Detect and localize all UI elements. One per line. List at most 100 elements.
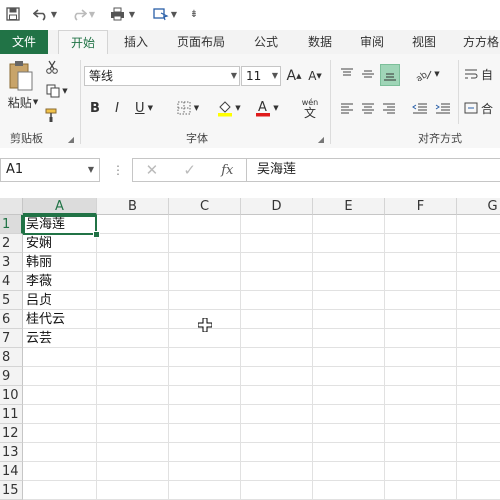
tab-more[interactable]: 方方格 xyxy=(456,30,500,54)
gridline-horizontal xyxy=(23,385,500,386)
row-header-1[interactable]: 1 xyxy=(0,215,23,234)
dialog-launcher-icon[interactable]: ◢ xyxy=(316,134,326,144)
format-painter-icon[interactable] xyxy=(42,106,62,124)
chevron-down-icon: ▼ xyxy=(273,104,279,112)
increase-font-size-button[interactable]: A ▲ xyxy=(285,66,303,86)
merge-center-button[interactable]: 合 xyxy=(464,98,500,118)
insert-function-button[interactable]: fx xyxy=(221,163,233,178)
cell-a4[interactable]: 李薇 xyxy=(24,272,96,291)
gridline-vertical xyxy=(384,215,385,500)
row-header-14[interactable]: 14 xyxy=(0,462,23,481)
chevron-down-icon: ▼ xyxy=(50,9,58,19)
row-header-10[interactable]: 10 xyxy=(0,386,23,405)
worksheet-grid[interactable]: ABCDEFG 12345678910111213141516 吴海莲安娴韩丽李… xyxy=(0,198,500,500)
underline-button[interactable]: U ▼ xyxy=(130,98,158,118)
row-header-11[interactable]: 11 xyxy=(0,405,23,424)
select-all-button[interactable] xyxy=(0,198,23,215)
row-header-4[interactable]: 4 xyxy=(0,272,23,291)
touch-mode-button[interactable]: ▼ xyxy=(150,4,180,24)
chevron-down-icon: ▼ xyxy=(271,71,278,80)
align-bottom-button[interactable] xyxy=(380,64,400,86)
decrease-font-size-button[interactable]: A ▼ xyxy=(306,66,324,86)
align-center-button[interactable] xyxy=(359,98,377,118)
tab-home[interactable]: 开始 xyxy=(58,30,108,55)
gridline-horizontal xyxy=(23,423,500,424)
align-left-button[interactable] xyxy=(338,98,356,118)
font-size-value: 11 xyxy=(246,69,262,83)
row-header-9[interactable]: 9 xyxy=(0,367,23,386)
borders-button[interactable]: ▼ xyxy=(172,98,204,118)
undo-button[interactable]: ▼ xyxy=(30,4,60,24)
row-header-15[interactable]: 15 xyxy=(0,481,23,500)
column-header-f[interactable]: F xyxy=(385,198,457,215)
row-header-6[interactable]: 6 xyxy=(0,310,23,329)
row-header-3[interactable]: 3 xyxy=(0,253,23,272)
gridline-horizontal xyxy=(23,366,500,367)
column-header-a[interactable]: A xyxy=(23,198,97,215)
phonetic-guide-button[interactable]: wén 文 xyxy=(294,94,326,122)
font-name-combo[interactable]: 等线 ▼ xyxy=(84,66,240,86)
row-header-5[interactable]: 5 xyxy=(0,291,23,310)
row-header-7[interactable]: 7 xyxy=(0,329,23,348)
tab-formulas[interactable]: 公式 xyxy=(244,30,288,54)
chevron-down-icon: ▼ xyxy=(230,71,237,80)
tab-review[interactable]: 审阅 xyxy=(350,30,394,54)
enter-icon[interactable]: ✓ xyxy=(183,161,196,179)
font-size-combo[interactable]: 11 ▼ xyxy=(241,66,281,86)
row-header-12[interactable]: 12 xyxy=(0,424,23,443)
align-middle-button[interactable] xyxy=(359,64,377,84)
copy-button[interactable]: ▼ xyxy=(42,82,72,100)
separator xyxy=(458,60,459,124)
tab-file[interactable]: 文件 xyxy=(0,30,48,54)
row-header-8[interactable]: 8 xyxy=(0,348,23,367)
redo-button[interactable]: ▼ xyxy=(68,4,98,24)
row-header-2[interactable]: 2 xyxy=(0,234,23,253)
column-header-e[interactable]: E xyxy=(313,198,385,215)
name-box[interactable]: A1 ▼ xyxy=(0,158,100,182)
print-preview-button[interactable]: ▼ xyxy=(104,4,140,24)
paste-icon[interactable] xyxy=(4,58,38,94)
paste-button[interactable]: 粘贴 ▼ xyxy=(6,94,40,110)
dialog-launcher-icon[interactable]: ◢ xyxy=(66,134,76,144)
gridline-horizontal xyxy=(23,442,500,443)
cell-a3[interactable]: 韩丽 xyxy=(24,253,96,272)
column-header-g[interactable]: G xyxy=(457,198,500,215)
chevron-down-icon: ▼ xyxy=(88,9,96,19)
increase-indent-button[interactable] xyxy=(433,98,453,118)
group-label-clipboard: 剪贴板 xyxy=(10,132,43,145)
orientation-button[interactable]: ab ▼ xyxy=(410,64,444,84)
formula-controls: ✕ ✓ fx xyxy=(132,158,246,182)
tab-data[interactable]: 数据 xyxy=(298,30,342,54)
align-top-button[interactable] xyxy=(338,64,356,84)
column-header-b[interactable]: B xyxy=(97,198,169,215)
decrease-indent-button[interactable] xyxy=(410,98,430,118)
tab-page-layout[interactable]: 页面布局 xyxy=(170,30,232,54)
fill-color-button[interactable]: ▼ xyxy=(214,96,244,120)
bold-button[interactable]: B xyxy=(86,98,104,118)
customize-toolbar-icon[interactable]: ⇟ xyxy=(186,4,202,24)
wrap-text-button[interactable]: 自 xyxy=(464,64,500,84)
cut-icon[interactable] xyxy=(42,58,62,76)
mouse-cursor-icon xyxy=(197,317,213,335)
fill-handle[interactable] xyxy=(93,231,100,238)
column-header-d[interactable]: D xyxy=(241,198,313,215)
gridline-vertical xyxy=(240,215,241,500)
tab-view[interactable]: 视图 xyxy=(402,30,446,54)
svg-text:ab: ab xyxy=(415,70,430,81)
cell-a5[interactable]: 吕贞 xyxy=(24,291,96,310)
cell-a2[interactable]: 安娴 xyxy=(24,234,96,253)
font-color-button[interactable]: A ▼ xyxy=(252,96,282,120)
tab-insert[interactable]: 插入 xyxy=(112,30,160,54)
column-header-c[interactable]: C xyxy=(169,198,241,215)
row-header-13[interactable]: 13 xyxy=(0,443,23,462)
cancel-icon[interactable]: ✕ xyxy=(146,161,159,179)
formula-bar-grip-icon[interactable]: ⋮ xyxy=(112,158,124,182)
cell-a6[interactable]: 桂代云 xyxy=(24,310,96,329)
formula-input[interactable]: 吴海莲 xyxy=(246,158,500,182)
save-icon[interactable] xyxy=(4,4,22,24)
cell-a7[interactable]: 云芸 xyxy=(24,329,96,348)
gridline-horizontal xyxy=(23,404,500,405)
group-label-alignment: 对齐方式 xyxy=(418,132,462,145)
italic-button[interactable]: I xyxy=(108,98,126,118)
align-right-button[interactable] xyxy=(380,98,398,118)
